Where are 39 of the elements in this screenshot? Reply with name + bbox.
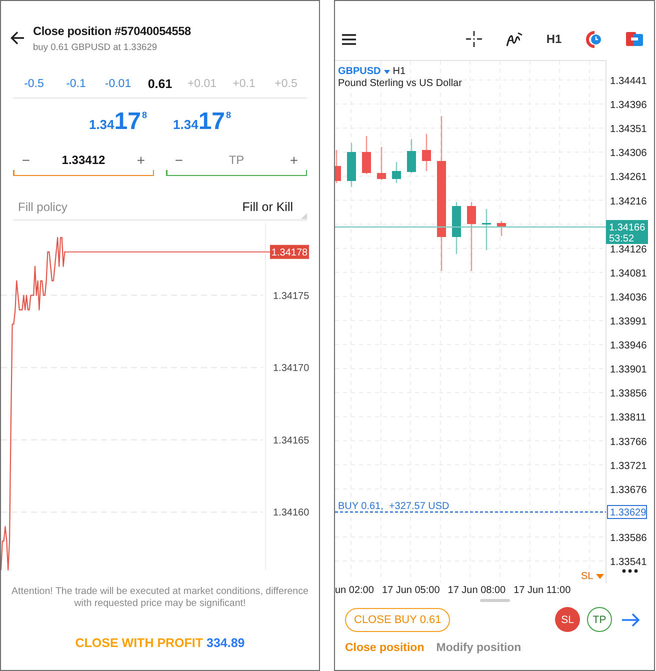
symbol-description: Pound Sterling vs US Dollar [338,78,462,89]
symbol-timeframe: H1 [392,66,406,77]
price-axis-label: 1.34175 [273,290,310,302]
price-axis-label: 1.33766 [610,436,647,448]
price-axis-label: 1.34306 [610,148,647,160]
price-axis-label: 1.34216 [610,196,647,208]
price-axis-label: 1.34126 [610,244,647,256]
price-axis-label: 1.33586 [610,532,647,544]
screen-title: Close position #57040054558 [33,23,191,40]
price-axis-label: 1.34261 [610,172,647,184]
price-quote: 1.3417$^{8}$ [88,110,147,134]
price-axis-label: 1.33676 [610,484,647,496]
price-axis-label: 1.34160 [273,508,310,519]
current-price-tag: 1.34166 53:52 [606,220,648,244]
price-axis-label: 1.34351 [610,124,647,136]
price-axis-label: 1.34036 [610,292,647,304]
last-price-tag: 1.34178 [270,244,309,259]
time-axis-label: un 02:00 [335,585,374,596]
price-quote: 1.3417$^{8}$ [173,110,232,134]
price-axis-label: 1.34441 [610,76,647,87]
time-axis-label: 17 Jun 11:00 [514,585,571,596]
price-axis-label: 1.33901 [610,364,647,376]
time-axis-label: 17 Jun 05:00 [382,585,440,596]
price-axis-label: 1.33856 [610,388,647,400]
price-axis-label: 1.34165 [273,435,310,446]
position-price-tag: 1.33629 [607,505,647,519]
price-axis-label: 1.33721 [610,460,647,472]
price-axis-label: 1.33811 [610,412,646,424]
price-axis-label: 1.34396 [610,100,647,112]
warning-text: Attention! The trade will be executed at market conditions, difference with requested price may be significant! [11,586,309,610]
price-axis-label: 1.33946 [610,340,647,352]
price-axis-label: 1.33991 [610,316,647,328]
position-label: BUY 0.61, +327.57 USD [338,501,450,512]
price-axis-label: 1.34081 [610,268,647,280]
price-axis-label: 1.33541 [610,557,647,568]
position-subtitle: buy 0.61 GBPUSD at 1.33629 [33,41,158,54]
price-axis-label: 1.34170 [273,363,310,374]
time-axis-label: 17 Jun 08:00 [448,585,506,596]
fill-policy-label: Fill policy [17,200,68,214]
